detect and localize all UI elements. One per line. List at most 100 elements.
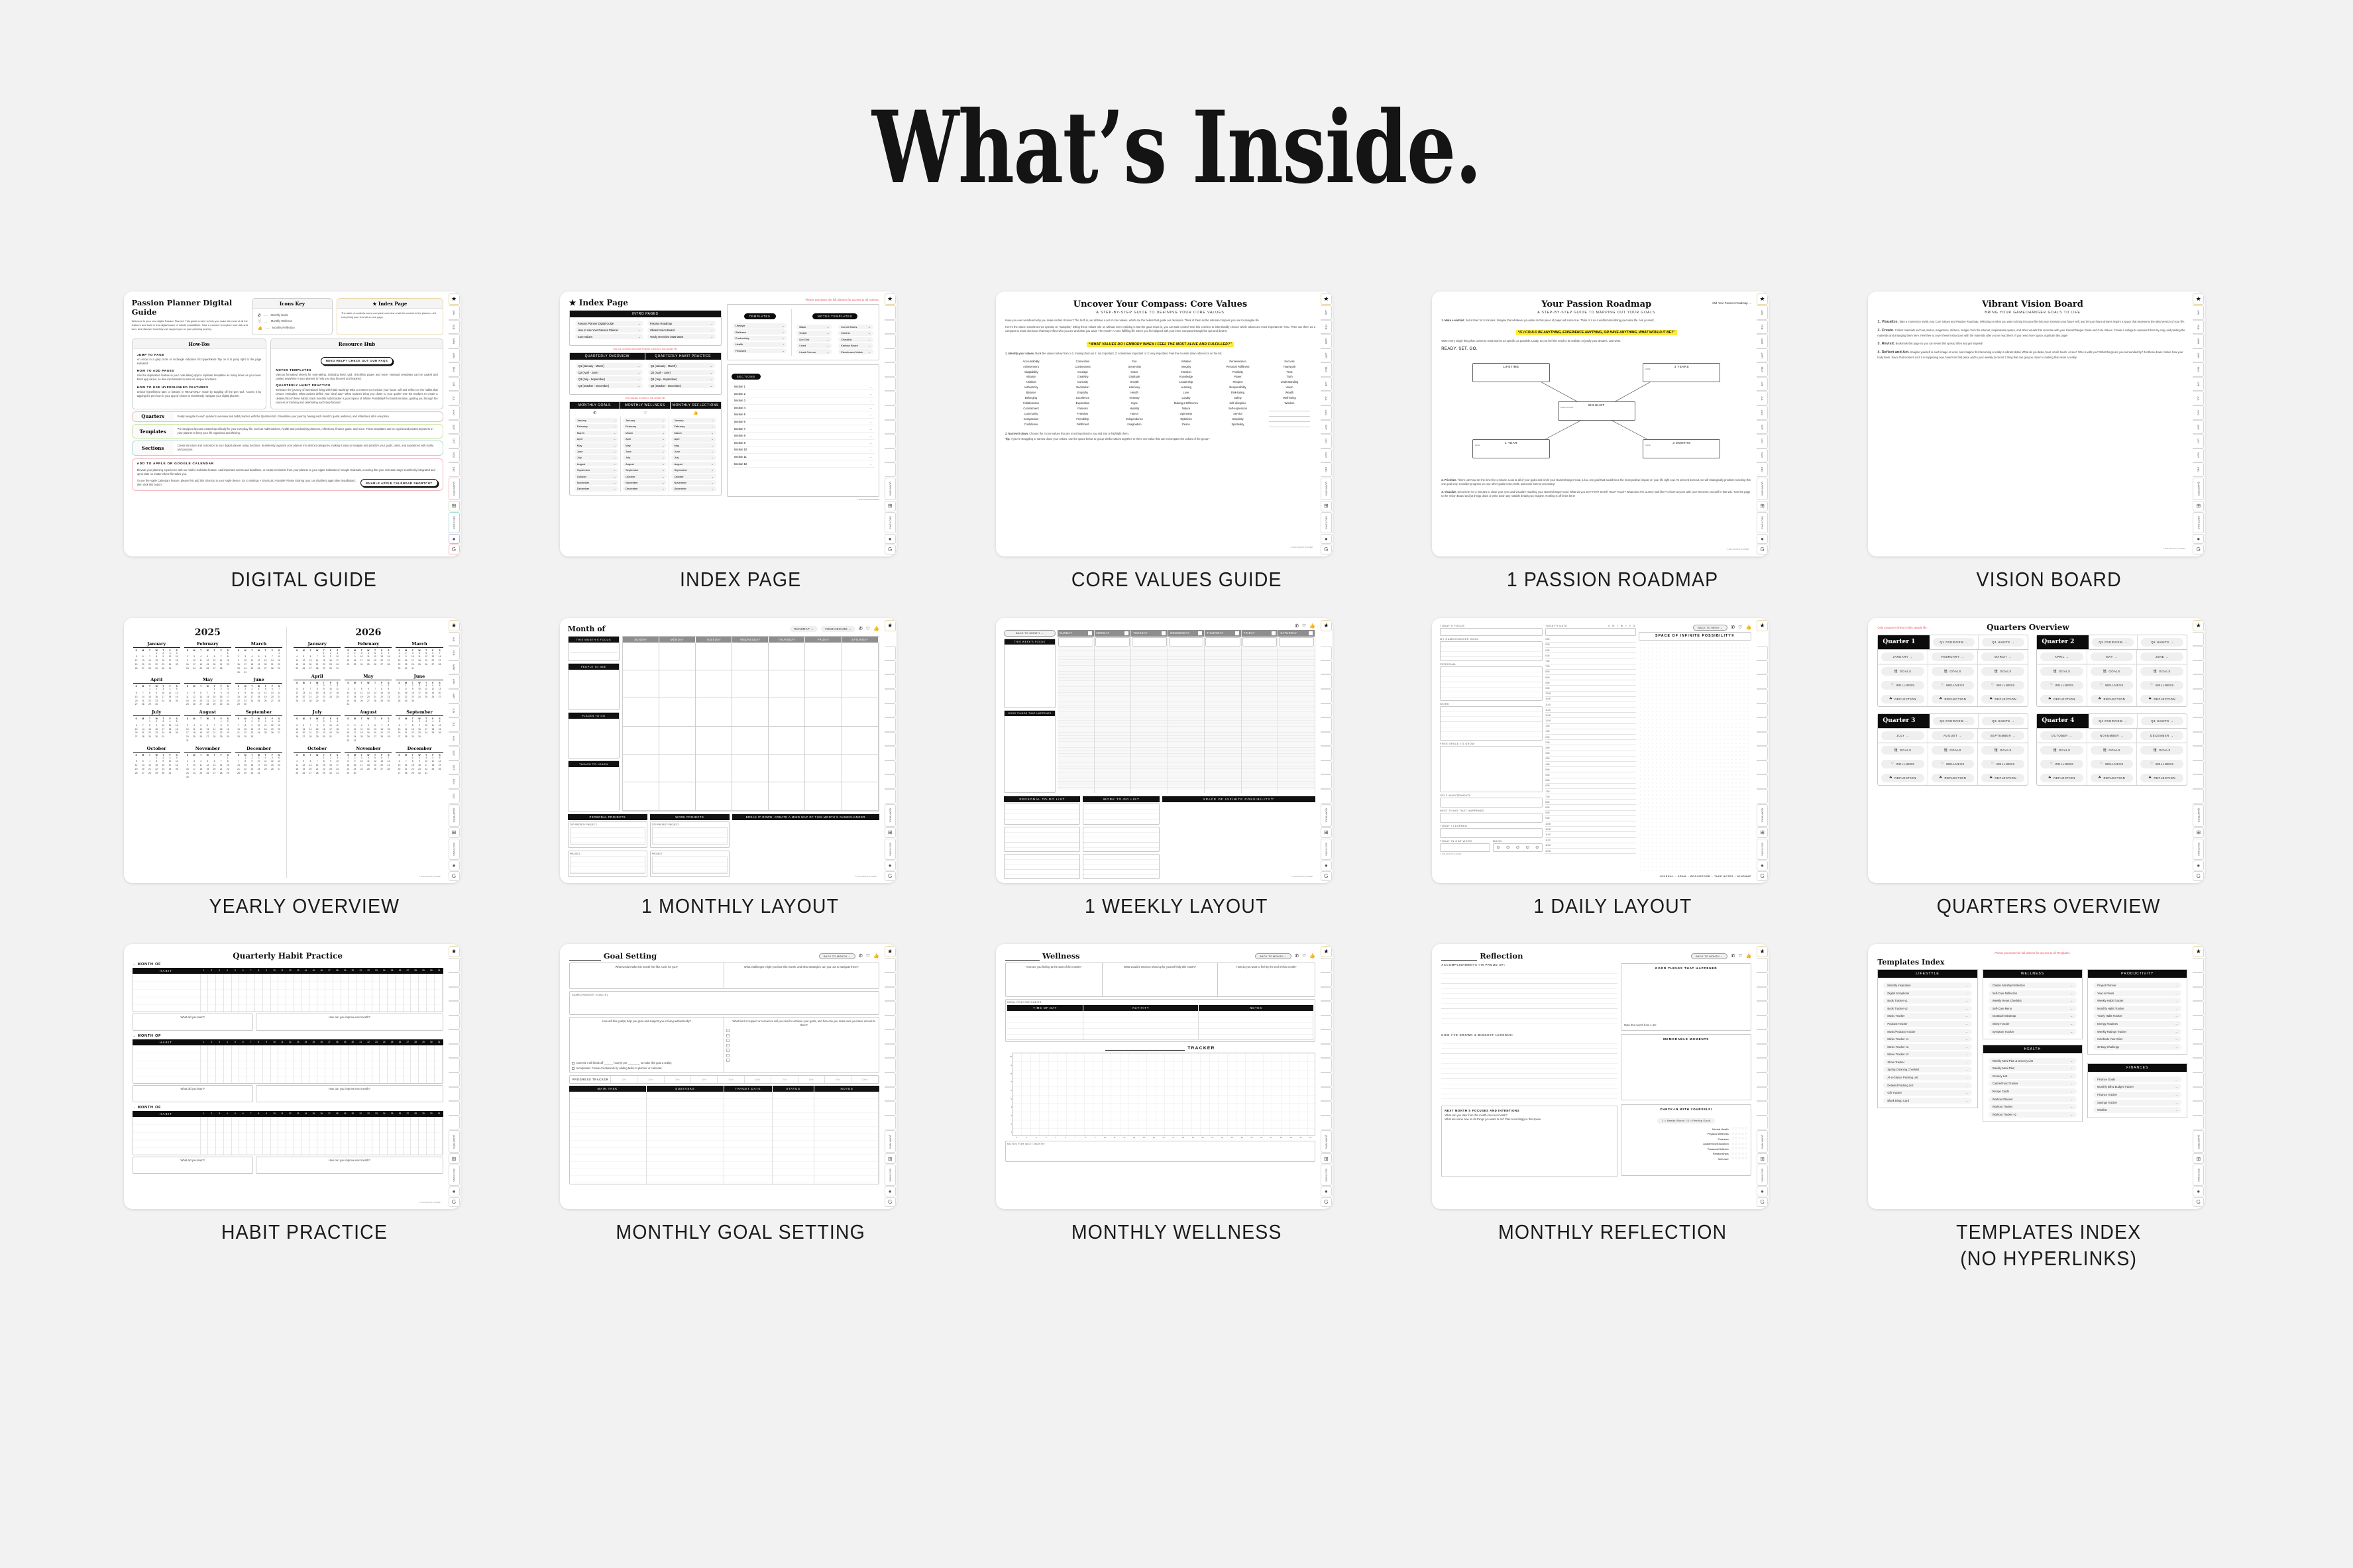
qo-pill-goals-3-1[interactable]: 馐 GOALS <box>2090 745 2134 755</box>
thumbnail-daily-layout[interactable]: TODAY’S FOCUS MY GAMECHANGER GOAL: PERSO… <box>1432 617 1793 886</box>
apple-icon[interactable]: ● <box>1757 860 1769 870</box>
tx-lifestyle-item-4[interactable]: Music Tracker → <box>1883 1013 1972 1019</box>
tab-strip[interactable]: ★ JAN FEB MAR APR MAY JUN JUL AUG SEP OC… <box>1320 293 1333 554</box>
cal-day-30[interactable]: 30 <box>321 700 327 704</box>
gs-support-checkbox[interactable] <box>726 1059 730 1063</box>
hp-col[interactable] <box>201 974 209 1012</box>
hp-table-body-2[interactable] <box>132 1117 443 1156</box>
tab-months-group[interactable] <box>1757 1015 1769 1030</box>
wl-day-columns[interactable]: SUNDAY MONDAY TUESDAY WEDNESDAY THURSDAY FRID… <box>1057 629 1315 793</box>
cv-blank-5-11[interactable] <box>1268 418 1310 423</box>
tab-active-month[interactable] <box>1757 631 1769 647</box>
apple-icon[interactable]: ● <box>1320 860 1332 870</box>
hp-col[interactable] <box>341 974 349 1012</box>
wl-note-0[interactable] <box>1058 637 1093 647</box>
tx-health-item-6[interactable]: Workout Tracker → <box>1988 1104 2077 1110</box>
tab-strip[interactable]: ★ QUARTERS ⊞ SECTIONS ● G <box>448 946 461 1208</box>
cal-day-29[interactable]: 29 <box>378 700 385 704</box>
hp-col[interactable] <box>419 1117 427 1155</box>
tab-months-group[interactable] <box>1320 1029 1332 1044</box>
tab-mar[interactable]: MAR <box>1757 334 1769 348</box>
hp-col[interactable] <box>388 974 396 1012</box>
rf-checkin-row-5[interactable]: Relationships ☆☆☆☆☆ <box>1624 1152 1748 1156</box>
hp-col[interactable] <box>263 1045 271 1084</box>
dl-time-row-33[interactable]: 9:30 <box>1545 816 1636 822</box>
tab-may[interactable]: MAY <box>1757 362 1769 377</box>
hp-col[interactable] <box>380 1045 388 1084</box>
tab-jan[interactable]: JAN <box>1757 305 1769 320</box>
ip-month-1-1[interactable]: Feburary → <box>623 424 667 429</box>
cal-day-30[interactable]: 30 <box>248 735 255 739</box>
thumbnail-monthly-wellness[interactable]: Wellness BACK TO MONTH → ✆ ♡ 👍 How are y… <box>995 944 1357 1212</box>
cal-day-25[interactable]: 25 <box>351 700 358 704</box>
cal-day-28[interactable]: 28 <box>314 772 321 776</box>
item-vision-board[interactable]: Vibrant Vision Board BRING YOUR GAMECHAN… <box>1831 291 2267 593</box>
tab-months-group[interactable] <box>448 958 460 972</box>
wl-checkbox-4[interactable] <box>1234 631 1239 635</box>
qo-pill-wellness-0-2[interactable]: ♡ WELLNESS <box>1981 680 2025 690</box>
tab-months-group[interactable] <box>1320 731 1332 747</box>
tab-months-group[interactable] <box>2193 1072 2205 1087</box>
cal-day-26[interactable]: 26 <box>174 731 180 735</box>
qo-month-cell-0-1[interactable]: FEBRUARY → <box>1928 649 1979 664</box>
qo-overview-cell-1[interactable]: Q2 OVERVIEW → <box>2089 635 2138 649</box>
tab-strip[interactable]: ★ JAN FEB MAR APR MAY JUN JUL AUG SEP OC… <box>1756 293 1769 554</box>
tab-months-group[interactable] <box>1320 1001 1332 1016</box>
qo-habits-cell-0[interactable]: Q1 HABITS → <box>1979 635 2028 649</box>
cal-day-28[interactable]: 28 <box>378 735 385 739</box>
tab-months-group[interactable] <box>884 462 896 477</box>
wn-back-link[interactable]: BACK TO MONTH → <box>1255 953 1292 959</box>
ip-month-1-10[interactable]: November → <box>623 480 667 486</box>
tab-months-group[interactable] <box>1320 688 1332 704</box>
hp-col[interactable] <box>325 974 333 1012</box>
tab-months-group[interactable] <box>1320 674 1332 689</box>
tab-may[interactable]: MAY <box>448 688 460 704</box>
cal-day-26[interactable]: 26 <box>423 663 429 667</box>
tab-nov[interactable]: NOV <box>2193 448 2205 463</box>
tab-months-group[interactable] <box>884 1043 896 1059</box>
ml-day-cell[interactable] <box>659 726 696 755</box>
wl-times-2[interactable] <box>1131 647 1168 790</box>
cal-day-26[interactable]: 26 <box>300 667 307 671</box>
hp-table-body-1[interactable] <box>132 1045 443 1084</box>
tab-months-group[interactable] <box>1320 1101 1332 1116</box>
hp-col[interactable] <box>427 1117 435 1155</box>
hp-col[interactable] <box>201 1117 209 1155</box>
tab-quarters[interactable]: QUARTERS <box>1757 477 1769 500</box>
qo-habits-2[interactable]: Q3 HABITS → <box>1982 716 2025 725</box>
ml-vision-board-link[interactable]: VISION BOARD → <box>820 625 855 632</box>
gs-support-checkbox[interactable] <box>726 1053 730 1057</box>
tab-months-group[interactable] <box>1757 646 1769 660</box>
star-tab[interactable]: ★ <box>884 619 896 631</box>
dl-time-row-38[interactable]: 12:00 <box>1545 843 1636 849</box>
dl-time-row-2[interactable]: 6:00 <box>1545 648 1636 654</box>
tab-months-group[interactable] <box>2193 958 2205 972</box>
tab-apr[interactable]: APR <box>2193 348 2205 363</box>
gs-progress-7[interactable]: 80% <box>798 1076 825 1084</box>
hp-col[interactable] <box>427 1045 435 1084</box>
tx-productivity-item-4[interactable]: Yearly Habit Tracker → <box>2093 1013 2182 1019</box>
cal-days-2025-1[interactable]: 1 2 3 4 5 6 7 8 9 10 11 12 13 14 15 16 17 18 19 20 21 22 23 24 2… <box>184 652 231 671</box>
tab-aug[interactable]: AUG <box>2193 405 2205 420</box>
ip-nt2-1[interactable]: Column → <box>838 331 873 336</box>
tx-lifestyle-item-0[interactable]: Monthly Inspiration → <box>1883 982 1972 988</box>
tab-months-group[interactable] <box>448 1101 460 1116</box>
qo-cell-3-1-1[interactable]: ♡ WELLNESS <box>2087 757 2138 771</box>
cal-day-27[interactable]: 27 <box>378 663 385 667</box>
hp-col[interactable] <box>232 974 240 1012</box>
cal-day-26[interactable]: 26 <box>269 731 276 735</box>
apple-icon[interactable]: ● <box>448 1186 460 1197</box>
tab-sections[interactable]: SECTIONS <box>448 1165 460 1186</box>
dl-time-row-32[interactable]: 9:00 <box>1545 811 1636 816</box>
qo-overview-cell-3[interactable]: Q4 OVERVIEW → <box>2089 713 2138 728</box>
qo-pill-wellness-3-1[interactable]: ♡ WELLNESS <box>2090 759 2134 768</box>
qo-pill-reflection-3-0[interactable]: ☘ REFLECTION <box>2040 773 2083 782</box>
dl-time-row-35[interactable]: 10:30 <box>1545 827 1636 833</box>
qo-cell-1-0-0[interactable]: 馐 GOALS <box>2037 664 2087 678</box>
dl-time-row-3[interactable]: 6:30 <box>1545 653 1636 659</box>
wl-checkbox-2[interactable] <box>1161 631 1166 635</box>
hp-col[interactable] <box>317 974 325 1012</box>
thumbnail-quarters-overview[interactable]: Only January is linked in this sample fi… <box>1868 617 2229 886</box>
wl-work-top-box[interactable] <box>1083 803 1160 825</box>
hp-col[interactable] <box>255 1045 263 1084</box>
